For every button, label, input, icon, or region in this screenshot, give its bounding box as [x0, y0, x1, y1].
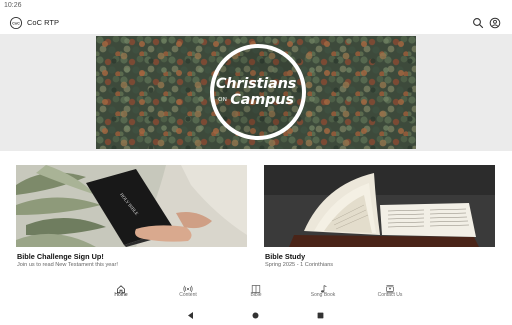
- back-icon[interactable]: [186, 307, 195, 319]
- contacts-icon: [385, 281, 395, 294]
- nav-song-book[interactable]: Song Book: [293, 279, 353, 303]
- nav-content[interactable]: Content: [158, 279, 218, 303]
- coc-logo-icon: CoC: [9, 16, 23, 30]
- recents-icon[interactable]: [316, 307, 325, 319]
- app-title: CoC RTP: [27, 18, 59, 27]
- nav-contact-us[interactable]: Contact Us: [360, 279, 420, 303]
- home-icon: [116, 281, 126, 293]
- svg-text:CoC: CoC: [12, 22, 20, 26]
- search-icon[interactable]: [471, 16, 485, 30]
- status-bar: 10:26: [0, 0, 512, 12]
- music-note-icon: [318, 281, 328, 293]
- card-title: Bible Study: [265, 252, 306, 261]
- status-time: 10:26: [4, 2, 22, 9]
- hero-banner[interactable]: Christians ON Campus: [96, 36, 416, 149]
- card-bible-challenge[interactable]: HOLY BIBLE Bible Challenge Sign Up! Join…: [16, 165, 247, 273]
- book-icon: [251, 281, 261, 293]
- holy-bible-photo: HOLY BIBLE: [16, 165, 247, 247]
- card-subtitle: Join us to read New Testament this year!: [17, 262, 118, 268]
- nav-label: Song Book: [310, 292, 336, 298]
- bottom-nav: Home Content Bible Song Book Contact Us: [0, 279, 512, 303]
- nav-label: Contact Us: [377, 292, 403, 298]
- nav-bible[interactable]: Bible: [226, 279, 286, 303]
- card-subtitle: Spring 2025 - 1 Corinthians: [265, 262, 334, 268]
- nav-home[interactable]: Home: [91, 279, 151, 303]
- broadcast-icon: [183, 281, 193, 293]
- card-bible-study[interactable]: Bible Study Spring 2025 - 1 Corinthians: [264, 165, 495, 273]
- account-circle-icon[interactable]: [488, 16, 502, 30]
- card-title: Bible Challenge Sign Up!: [17, 252, 104, 261]
- open-bible-photo: [264, 165, 495, 247]
- nav-label: Content: [179, 292, 197, 298]
- nav-label: Home: [114, 292, 128, 298]
- app-bar: CoC CoC RTP: [0, 12, 512, 34]
- system-nav-bar: [0, 303, 512, 320]
- nav-label: Bible: [250, 292, 262, 298]
- home-circle-icon[interactable]: [251, 307, 260, 319]
